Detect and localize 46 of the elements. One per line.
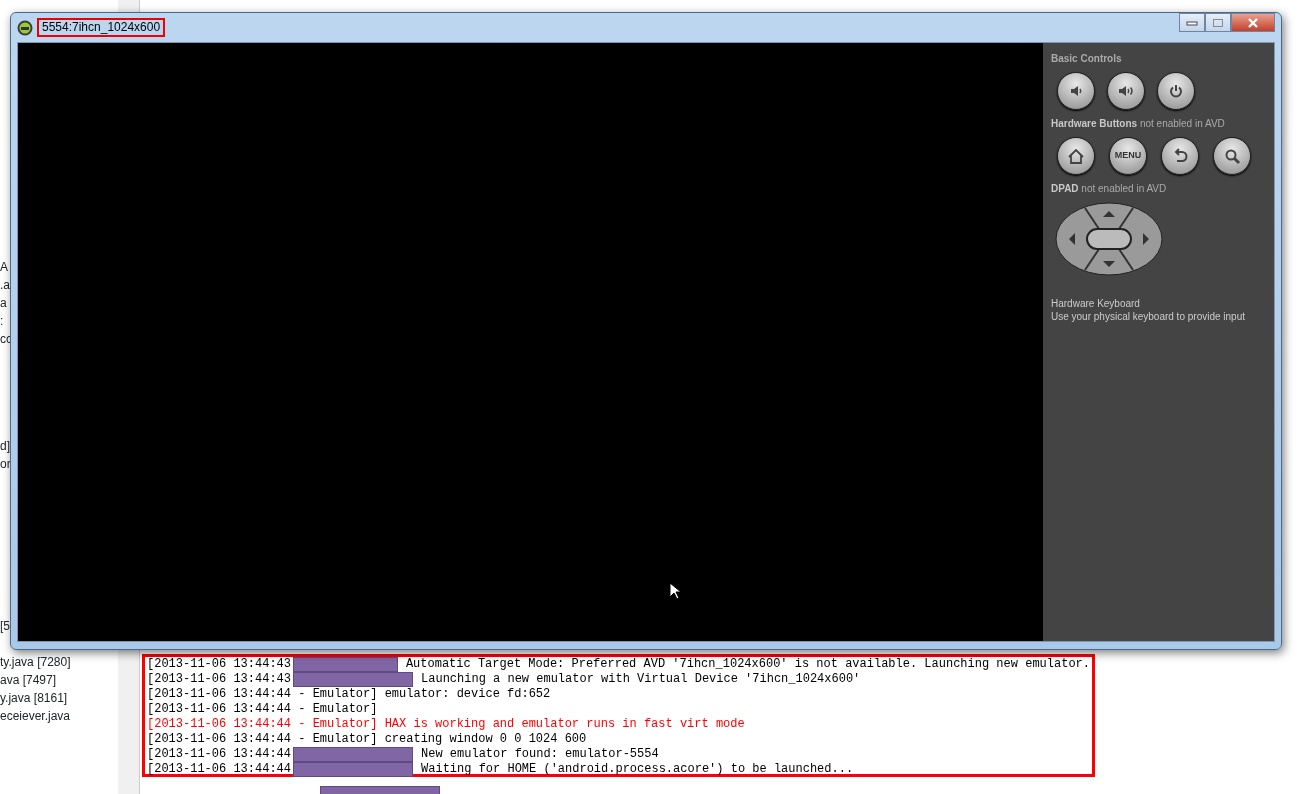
log-message: Waiting for HOME ('android.process.acore') to be launched... xyxy=(421,762,854,777)
file-tree-item[interactable]: ava [7497] xyxy=(0,671,71,689)
section-heading: Basic Controls xyxy=(1051,52,1123,66)
log-timestamp: [2013-11-06 13:44:44 xyxy=(147,762,292,777)
log-timestamp: [2013-11-06 13:44:43 xyxy=(147,657,292,672)
minimize-button[interactable] xyxy=(1179,13,1205,32)
home-icon xyxy=(1066,146,1086,166)
file-tree-item[interactable]: A xyxy=(0,258,12,276)
close-button[interactable] xyxy=(1231,13,1275,32)
search-button[interactable] xyxy=(1213,137,1251,175)
minimize-icon xyxy=(1186,19,1198,26)
section-heading: Hardware Buttons not enabled in AVD xyxy=(1051,117,1226,131)
maximize-icon xyxy=(1212,17,1224,28)
file-tree-item[interactable]: .a xyxy=(0,276,12,294)
file-tree-item[interactable]: y.java [8161] xyxy=(0,689,71,707)
home-button[interactable] xyxy=(1057,137,1095,175)
file-tree-item[interactable]: ty.java [7280] xyxy=(0,653,71,671)
file-tree-item[interactable]: eceiever.java xyxy=(0,707,71,725)
maximize-button[interactable] xyxy=(1205,13,1231,32)
log-timestamp: [2013-11-06 13:44:43 xyxy=(147,672,292,687)
log-message: New emulator found: emulator-5554 xyxy=(421,747,659,762)
section-heading: DPAD not enabled in AVD xyxy=(1051,182,1168,196)
keyboard-hint: Use your physical keyboard to provide input xyxy=(1051,311,1246,323)
log-timestamp: [2013-11-06 13:44:44 xyxy=(147,747,292,762)
window-title: 5554:7ihcn_1024x600 xyxy=(37,18,166,37)
power-button[interactable] xyxy=(1157,72,1195,110)
log-line: [2013-11-06 13:44:44 - Emulator] xyxy=(147,702,378,717)
menu-button[interactable]: MENU xyxy=(1109,137,1147,175)
log-message: Automatic Target Mode: Preferred AVD '7ihcn_1024x600' is not available. Launching new emulator. xyxy=(405,657,1090,672)
android-icon xyxy=(17,19,33,36)
file-tree-item[interactable]: : xyxy=(0,312,12,330)
section-heading: Hardware Keyboard xyxy=(1051,297,1141,311)
log-line: [2013-11-06 13:44:44 - Emulator] emulator: device fd:652 xyxy=(147,687,551,702)
log-line: [2013-11-06 13:44:44 - Emulator] creating window 0 0 1024 600 xyxy=(147,732,587,747)
close-icon xyxy=(1247,17,1259,28)
file-tree-item[interactable]: d] xyxy=(0,437,11,455)
volume-down-button[interactable] xyxy=(1057,72,1095,110)
dpad-drawing[interactable] xyxy=(1055,202,1163,276)
mouse-pointer-icon xyxy=(669,582,681,600)
back-button[interactable] xyxy=(1161,137,1199,175)
log-message: Launching a new emulator with Virtual Device '7ihcn_1024x600' xyxy=(421,672,861,687)
file-tree-item[interactable]: [5 xyxy=(0,617,10,635)
log-line: [2013-11-06 13:44:44 - Emulator] HAX is working and emulator runs in fast virt mode xyxy=(147,717,745,732)
file-tree-item[interactable]: or xyxy=(0,455,11,473)
volume-up-button[interactable] xyxy=(1107,72,1145,110)
file-tree-item[interactable]: a xyxy=(0,294,12,312)
